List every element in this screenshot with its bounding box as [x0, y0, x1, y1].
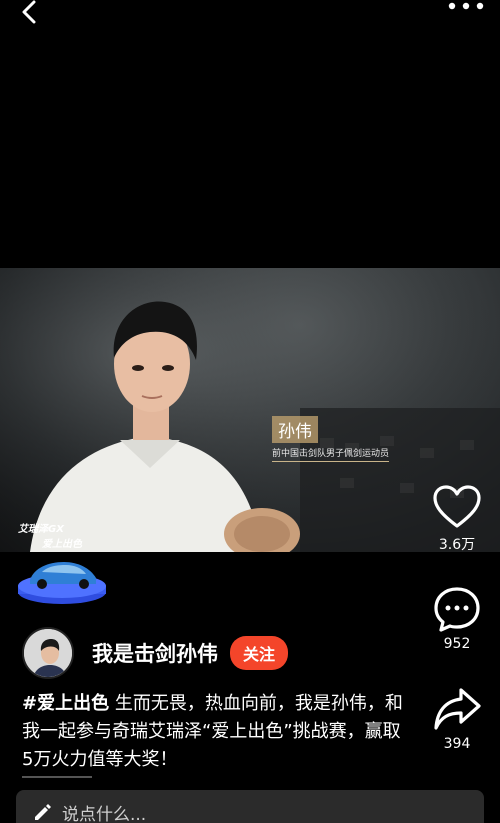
caption-divider — [22, 776, 92, 778]
author-row: 我是击剑孙伟 关注 — [22, 626, 289, 680]
top-bar — [0, 0, 500, 36]
share-action[interactable]: 394 — [428, 686, 486, 752]
video-frame — [0, 268, 500, 552]
comment-action[interactable]: 952 — [428, 586, 486, 652]
video-caption: #爱上出色 生而无畏，热血向前，我是孙伟，和我一起参与奇瑞艾瑞泽“爱上出色”挑战… — [22, 690, 412, 774]
avatar-image — [24, 629, 72, 677]
like-count: 3.6万 — [438, 537, 476, 553]
brand-logo-line1: 艾瑞泽GX — [18, 524, 64, 535]
heart-icon — [433, 485, 481, 528]
person-name: 孙伟 — [272, 416, 318, 443]
back-arrow-icon — [22, 0, 36, 24]
comment-count: 952 — [443, 636, 471, 652]
share-count: 394 — [443, 736, 471, 752]
car-icon — [18, 562, 106, 604]
video-player[interactable]: 孙伟 前中国击剑队男子佩剑运动员 艾瑞泽GX 爱上出色 — [0, 268, 500, 552]
comment-placeholder: 说点什么... — [62, 804, 147, 823]
caption-hashtag[interactable]: #爱上出色 — [22, 693, 109, 714]
follow-button[interactable]: 关注 — [230, 636, 289, 670]
car-promo-badge[interactable] — [14, 546, 110, 608]
back-button[interactable] — [12, 0, 48, 32]
name-card-overlay: 孙伟 前中国击剑队男子佩剑运动员 — [272, 416, 390, 462]
person-title: 前中国击剑队男子佩剑运动员 — [272, 446, 390, 462]
more-options-button[interactable] — [444, 0, 488, 22]
comment-input[interactable]: 说点什么... — [16, 790, 484, 823]
share-arrow-icon — [434, 688, 481, 730]
comment-bubble-icon — [434, 587, 480, 632]
avatar[interactable] — [22, 627, 74, 679]
pencil-icon — [35, 804, 51, 820]
more-dots-icon — [448, 2, 484, 10]
author-name[interactable]: 我是击剑孙伟 — [92, 638, 218, 668]
like-action[interactable]: 3.6万 — [428, 484, 486, 554]
